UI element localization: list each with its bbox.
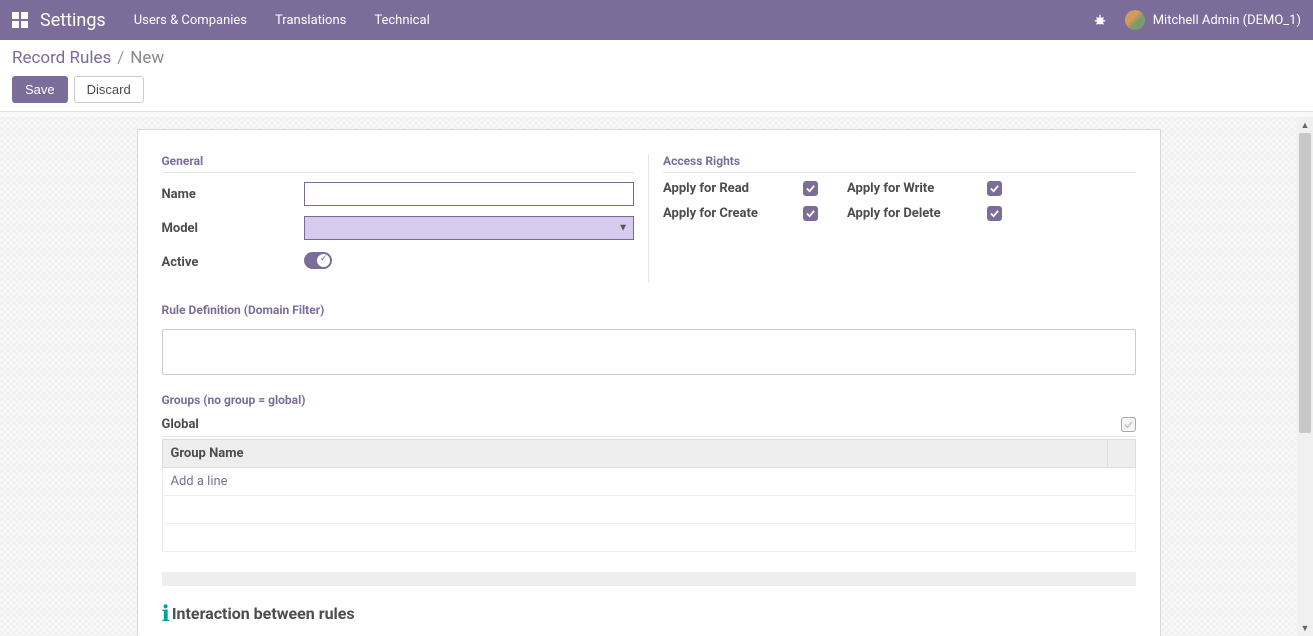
scroll-up-icon[interactable]: ▲ <box>1297 117 1313 133</box>
name-label: Name <box>162 187 304 202</box>
avatar <box>1125 10 1145 30</box>
info-heading: Interaction between rules <box>172 604 355 623</box>
apply-create-label: Apply for Create <box>663 206 803 221</box>
breadcrumb-parent[interactable]: Record Rules <box>12 48 111 68</box>
form-scroll-area[interactable]: General Name Model ▼ Active <box>0 117 1297 636</box>
rule-definition-section: Rule Definition (Domain Filter) <box>162 303 1136 375</box>
action-buttons: Save Discard <box>12 76 1301 103</box>
access-title: Access Rights <box>663 154 1136 173</box>
user-menu[interactable]: Mitchell Admin (DEMO_1) <box>1125 10 1301 30</box>
model-selector[interactable]: ▼ <box>304 216 635 240</box>
topbar-right: Mitchell Admin (DEMO_1) <box>1093 10 1301 30</box>
group-name-header: Group Name <box>162 440 1107 468</box>
group-actions-header <box>1107 440 1135 468</box>
discard-button[interactable]: Discard <box>74 76 144 103</box>
topbar: Settings Users & Companies Translations … <box>0 0 1313 40</box>
global-checkbox[interactable] <box>1121 417 1136 432</box>
menu-translations[interactable]: Translations <box>275 13 346 28</box>
apply-read-label: Apply for Read <box>663 181 803 196</box>
table-row <box>162 524 1135 552</box>
nav-menu: Users & Companies Translations Technical <box>134 13 430 28</box>
menu-technical[interactable]: Technical <box>374 13 429 28</box>
rule-def-title: Rule Definition (Domain Filter) <box>162 303 1136 321</box>
apply-write-checkbox[interactable] <box>987 181 1002 196</box>
info-icon: ℹ <box>162 604 170 626</box>
groups-title: Groups (no group = global) <box>162 393 1136 411</box>
active-label: Active <box>162 255 304 270</box>
domain-editor[interactable] <box>162 329 1136 375</box>
general-section: General Name Model ▼ Active <box>162 154 650 283</box>
global-label: Global <box>162 417 1121 432</box>
menu-users-companies[interactable]: Users & Companies <box>134 13 247 28</box>
apply-delete-label: Apply for Delete <box>847 206 987 221</box>
form-sheet: General Name Model ▼ Active <box>137 129 1161 636</box>
active-toggle[interactable]: ✓ <box>304 252 332 269</box>
scroll-down-icon[interactable]: ▼ <box>1297 620 1313 636</box>
control-panel: Record Rules / New Save Discard <box>0 40 1313 112</box>
save-button[interactable]: Save <box>12 76 68 103</box>
apps-icon[interactable] <box>12 12 28 28</box>
debug-icon[interactable] <box>1093 13 1107 27</box>
groups-table: Group Name Add a line <box>162 439 1136 552</box>
name-input[interactable] <box>304 182 635 206</box>
scroll-thumb[interactable] <box>1299 133 1311 433</box>
apply-delete-checkbox[interactable] <box>987 206 1002 221</box>
brand[interactable]: Settings <box>40 10 106 31</box>
access-rights-section: Access Rights Apply for Read Apply for W… <box>649 154 1136 283</box>
table-row <box>162 496 1135 524</box>
model-label: Model <box>162 221 304 236</box>
apply-write-label: Apply for Write <box>847 181 987 196</box>
model-input[interactable] <box>304 216 635 240</box>
breadcrumb-current: New <box>130 48 164 68</box>
section-divider <box>162 572 1136 586</box>
apply-read-checkbox[interactable] <box>803 181 818 196</box>
user-name: Mitchell Admin (DEMO_1) <box>1153 13 1301 28</box>
apply-create-checkbox[interactable] <box>803 206 818 221</box>
add-line-link[interactable]: Add a line <box>171 474 228 489</box>
breadcrumb-sep: / <box>117 48 124 68</box>
info-section: ℹ Interaction between rules <box>162 604 1136 626</box>
breadcrumb: Record Rules / New <box>12 48 1301 68</box>
vertical-scrollbar[interactable]: ▲ ▼ <box>1297 117 1313 636</box>
general-title: General <box>162 154 635 173</box>
groups-section: Groups (no group = global) Global Group … <box>162 393 1136 586</box>
